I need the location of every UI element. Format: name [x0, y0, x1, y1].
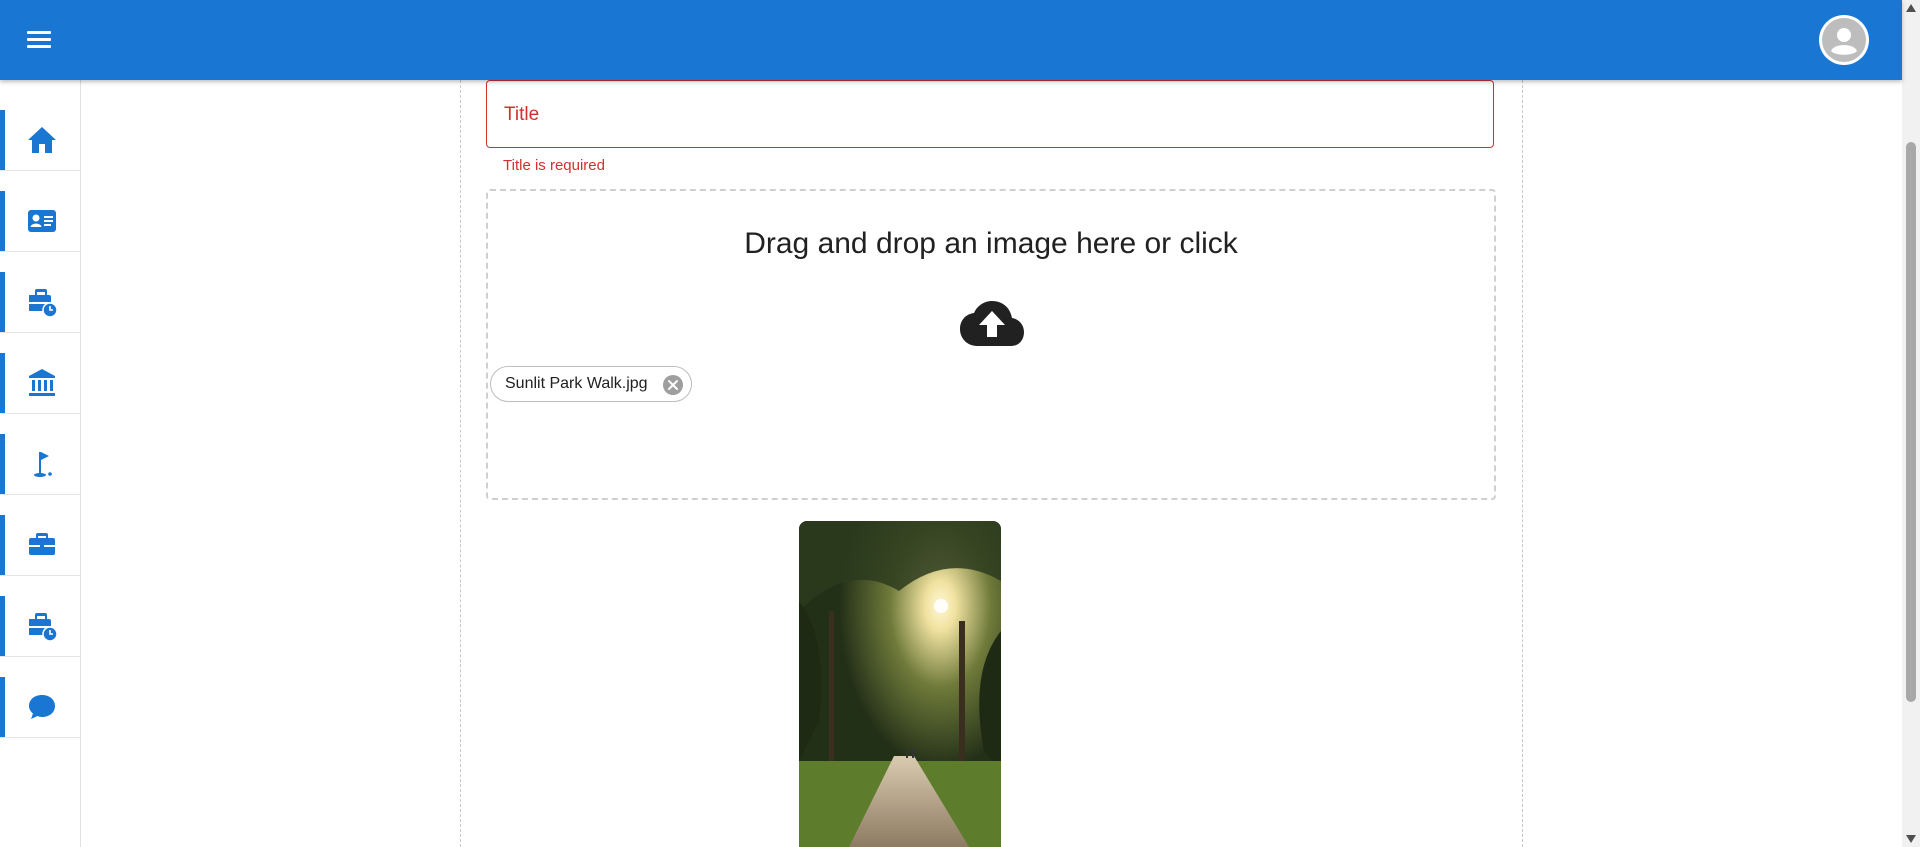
sidebar-item-work-schedule[interactable]	[0, 596, 80, 657]
bank-icon	[29, 369, 55, 396]
page-scrollbar[interactable]	[1902, 0, 1920, 847]
content-column-border-right	[1522, 80, 1523, 847]
briefcase-icon	[29, 533, 55, 555]
dropzone-text: Drag and drop an image here or click	[744, 227, 1238, 260]
image-dropzone[interactable]: Drag and drop an image here or click Sun…	[486, 189, 1496, 500]
contact-card-icon	[28, 210, 56, 232]
sidebar-item-work-history[interactable]	[0, 272, 80, 333]
home-icon	[28, 127, 56, 153]
scroll-up-arrow-icon[interactable]	[1906, 4, 1916, 12]
sidebar-item-contact-card[interactable]	[0, 191, 80, 252]
app-bar	[0, 0, 1902, 80]
briefcase-clock-icon	[29, 289, 58, 318]
golf-flag-icon	[34, 452, 52, 477]
menu-button[interactable]	[24, 28, 54, 52]
cloud-upload-icon	[960, 301, 1024, 346]
image-preview-photo	[799, 521, 1001, 847]
title-error-text: Title is required	[503, 157, 605, 174]
chat-bubble-icon	[29, 695, 55, 719]
title-input-placeholder: Title	[504, 104, 540, 125]
file-chip-label: Sunlit Park Walk.jpg	[505, 375, 648, 392]
account-avatar-button[interactable]	[1819, 15, 1869, 65]
menu-icon	[27, 31, 51, 34]
sidebar-item-work[interactable]	[0, 515, 80, 576]
account-circle-icon	[1822, 18, 1866, 62]
file-chip: Sunlit Park Walk.jpg	[490, 366, 692, 402]
title-input[interactable]: Title	[486, 80, 1494, 148]
sidebar-item-home[interactable]	[0, 110, 80, 171]
sidebar-item-golf[interactable]	[0, 434, 80, 495]
image-preview	[799, 521, 1001, 847]
scrollbar-thumb[interactable]	[1906, 142, 1916, 702]
scroll-down-arrow-icon[interactable]	[1906, 835, 1916, 843]
sidebar-item-chat[interactable]	[0, 677, 80, 738]
sidebar-nav	[0, 80, 81, 847]
sidebar-item-institution[interactable]	[0, 353, 80, 414]
briefcase-clock-icon	[29, 613, 58, 642]
content-column-border-left	[460, 80, 461, 847]
cancel-circle-icon[interactable]	[662, 374, 684, 396]
